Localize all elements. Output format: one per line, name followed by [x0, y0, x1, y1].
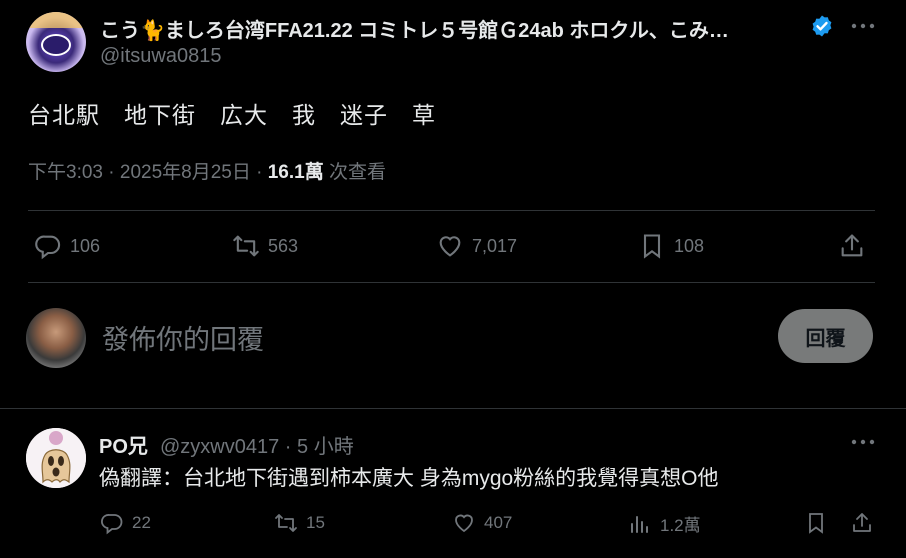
share-icon	[841, 234, 863, 257]
retweet-icon	[233, 235, 259, 257]
like-action[interactable]: 7,017	[436, 232, 517, 260]
reply-more-options-icon[interactable]	[848, 430, 878, 454]
meta-separator: ·	[256, 162, 268, 183]
tweet-text: 台北駅 地下街 広大 我 迷子 草	[28, 102, 436, 128]
reply-text: 偽翻譯：台北地下街遇到柿本廣大 身為mygo粉絲的我覺得真想O他	[99, 467, 719, 490]
bookmark-icon	[809, 513, 823, 534]
view-count-label: 次查看	[329, 162, 387, 183]
tweet-time[interactable]: 下午3:03	[28, 162, 103, 183]
reply-icon	[101, 514, 123, 535]
reply-icon	[35, 235, 61, 260]
heart-icon	[455, 514, 473, 533]
verified-badge-icon	[812, 15, 832, 37]
retweet-icon	[275, 514, 297, 532]
author-display-name[interactable]: こう🐈ましろ台湾FFA21.22 コミトレ５号館Ｇ24ab ホロクル、こみ…	[100, 14, 805, 43]
reply-author-avatar[interactable]	[26, 428, 86, 488]
retweet-count: 563	[268, 235, 299, 256]
author-handle[interactable]: @itsuwa0815	[100, 45, 221, 68]
reply-input[interactable]: 發佈你的回覆	[102, 318, 264, 357]
share-action[interactable]	[838, 232, 866, 260]
reply-reply-action[interactable]: 22	[100, 511, 151, 535]
like-count: 7,017	[472, 235, 518, 256]
heart-icon	[439, 236, 461, 257]
analytics-icon	[631, 515, 648, 533]
view-count: 16.1萬	[267, 162, 324, 183]
tweet-date[interactable]: 2025年8月25日	[120, 162, 251, 183]
reply-button[interactable]: 回覆	[778, 309, 873, 363]
tweet-meta: 下午3:03 · 2025年8月25日 · 16.1萬 次查看	[28, 157, 386, 184]
reply-bookmark-action[interactable]	[804, 511, 828, 535]
bookmark-action[interactable]: 108	[638, 232, 704, 260]
more-options-icon[interactable]	[848, 14, 878, 38]
divider	[0, 408, 906, 409]
reply-share-action[interactable]	[850, 511, 874, 535]
author-avatar[interactable]	[26, 12, 86, 72]
reply-view-count: 1.2萬	[660, 516, 701, 535]
share-icon	[853, 513, 871, 532]
reply-count: 106	[70, 235, 101, 256]
current-user-avatar[interactable]	[26, 308, 86, 368]
reply-like-count: 407	[484, 513, 513, 532]
reply-like-action[interactable]: 407	[452, 511, 512, 535]
reply-retweet-count: 15	[306, 513, 325, 532]
reply-action[interactable]: 106	[34, 232, 100, 260]
bookmark-count: 108	[674, 235, 705, 256]
reply-retweet-action[interactable]: 15	[274, 511, 325, 535]
retweet-action[interactable]: 563	[232, 232, 298, 260]
reply-author-name[interactable]: PO兄	[99, 430, 148, 459]
reply-views-action[interactable]: 1.2萬	[628, 511, 701, 536]
divider	[28, 210, 875, 211]
reply-author-handle[interactable]: @zyxwv0417 · 5 小時	[160, 430, 354, 459]
bookmark-icon	[643, 234, 661, 259]
ghost-avatar-icon	[26, 428, 86, 488]
meta-separator: ·	[108, 162, 120, 183]
reply-reply-count: 22	[132, 513, 151, 532]
divider	[28, 282, 875, 283]
